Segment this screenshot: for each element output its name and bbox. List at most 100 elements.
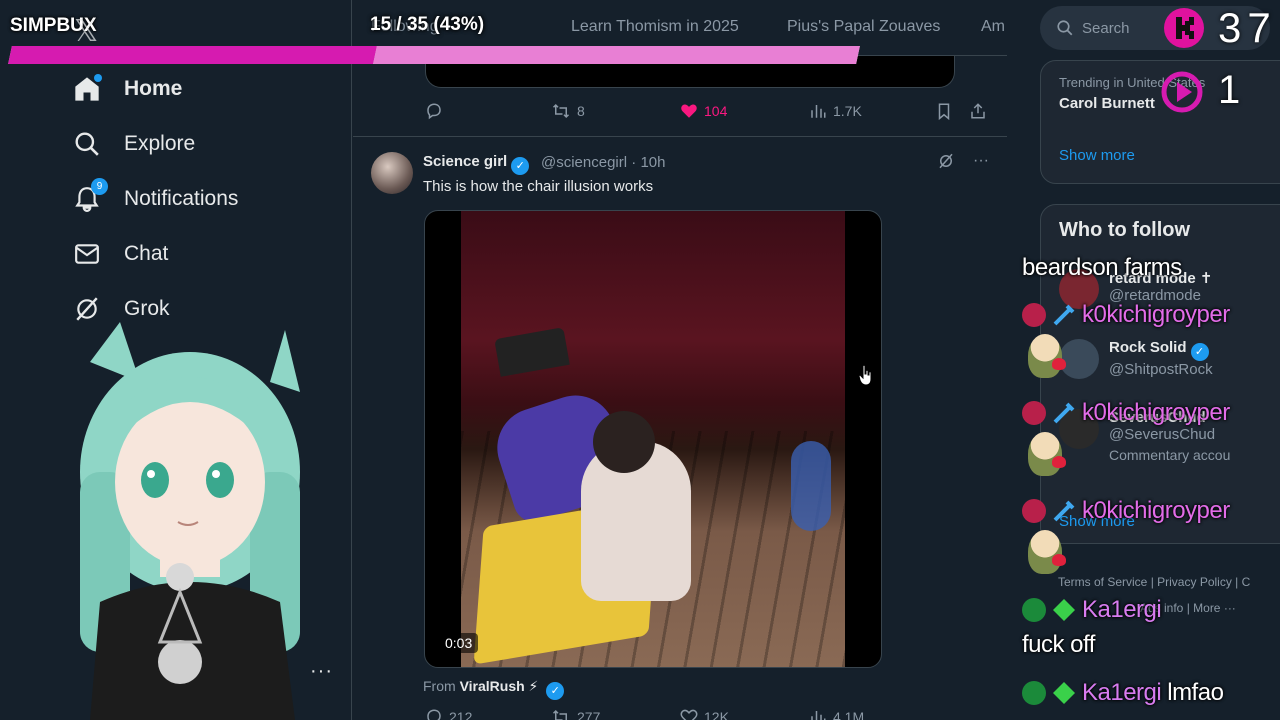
bookmark-icon (938, 103, 950, 120)
mouse-cursor-icon (858, 364, 872, 386)
dress-rose (158, 640, 202, 684)
chat-message: Ka1ergi (1022, 596, 1162, 624)
more-options-icon[interactable]: ··· (973, 152, 989, 175)
heart-icon (680, 709, 698, 720)
x-logo-icon[interactable]: 𝕏 (74, 14, 98, 49)
vtuber-avatar (80, 322, 300, 720)
chat-username[interactable]: k0kichigroyper (1082, 399, 1230, 427)
eye-right (206, 462, 234, 498)
tweet-video[interactable]: 0:03 (424, 210, 882, 668)
video-source-name[interactable]: ViralRush ⚡ (460, 678, 539, 694)
kick-logo-icon (1164, 8, 1204, 48)
retweet-count: 277 (577, 709, 601, 720)
chat-emote (1028, 432, 1066, 476)
bar-chart-icon (811, 105, 826, 118)
tweet-author-avatar[interactable] (371, 152, 413, 194)
from-prefix: From (423, 678, 456, 694)
sword-badge-icon (1053, 500, 1075, 522)
verified-icon: ✓ (546, 681, 565, 700)
sword-badge-icon (1053, 304, 1075, 326)
sidebar-item-explore[interactable]: Explore (72, 124, 195, 164)
sidebar-item-label: Home (124, 77, 183, 100)
tweet-divider (353, 136, 1007, 137)
search-placeholder: Search (1082, 19, 1130, 37)
grok-explain-icon[interactable] (937, 152, 955, 175)
diamond-badge-icon (1053, 682, 1075, 704)
sidebar-item-notifications[interactable]: 9 Notifications (72, 178, 239, 219)
cat-ear-right (270, 330, 300, 392)
home-dot-indicator (94, 74, 102, 82)
eye-left (141, 462, 169, 498)
video-timestamp: 0:03 (439, 633, 479, 653)
view-count: 4.1M (833, 709, 865, 720)
chat-message: k0kichigroyper (1022, 497, 1230, 525)
tweet-meta: @sciencegirl · 10h (541, 154, 666, 171)
chat-message: beardson farms (1022, 254, 1182, 282)
bookmark-button[interactable] (935, 102, 953, 120)
home-icon (72, 74, 102, 104)
video-source-line: From ViralRush ⚡ ✓ (423, 678, 565, 700)
chat-emote (1028, 530, 1066, 574)
video-figure-woman-head (593, 411, 655, 473)
avatar (1059, 339, 1099, 379)
like-count: 12K (704, 709, 729, 720)
sidebar-item-home[interactable]: Home (72, 69, 182, 109)
verified-icon: ✓ (1190, 342, 1209, 361)
retweet-button[interactable]: 277 (551, 708, 600, 720)
sidebar-item-chat[interactable]: Chat (72, 234, 168, 274)
footer-links[interactable]: Terms of Service | Privacy Policy | C (1058, 575, 1250, 589)
view-count: 1.7K (833, 103, 862, 119)
retweet-icon (552, 709, 567, 720)
sword-badge-icon (1053, 402, 1075, 424)
follow-handle: @SeverusChud (1109, 426, 1216, 443)
tweet-author-name[interactable]: Science girl ✓ (423, 153, 530, 175)
author-name-text: Science girl (423, 153, 508, 170)
views-button[interactable]: 4.1M (809, 708, 864, 720)
reply-icon (427, 709, 441, 720)
reply-button[interactable]: 212 (425, 708, 472, 720)
play-badge-icon (1161, 71, 1203, 113)
chat-message: k0kichigroyper (1022, 399, 1230, 427)
retweet-button[interactable]: 8 (551, 102, 585, 120)
diamond-badge-icon (1053, 599, 1075, 621)
reply-icon (427, 103, 441, 120)
reply-count: 212 (449, 709, 473, 720)
video-figure-background (791, 441, 831, 531)
progress-bar (8, 46, 860, 64)
trends-show-more-link[interactable]: Show more (1059, 147, 1135, 164)
subscriber-badge-icon (1022, 401, 1046, 425)
reply-button[interactable] (425, 102, 443, 120)
sidebar-item-label: Notifications (124, 187, 239, 210)
retweet-icon (552, 103, 570, 119)
chat-username[interactable]: Ka1ergi (1082, 679, 1162, 707)
chat-message: k0kichigroyper (1022, 301, 1230, 329)
secondary-counter: 1 (1218, 68, 1241, 112)
chat-message-text: lmfao (1167, 679, 1224, 706)
follow-handle: @ShitpostRock (1109, 360, 1213, 378)
search-icon (72, 129, 102, 159)
choker-rose (166, 563, 194, 591)
trend-item[interactable]: Carol Burnett (1059, 95, 1155, 112)
like-button[interactable]: 104 (680, 102, 727, 120)
follow-suggestion[interactable]: Rock Solid ✓ @ShitpostRock (1059, 339, 1213, 379)
progress-label: 15 / 35 (43%) (370, 14, 485, 35)
views-button[interactable]: 1.7K (809, 102, 862, 120)
retweet-count: 8 (577, 103, 585, 119)
sidebar-item-label: Grok (124, 297, 170, 320)
search-icon (1057, 20, 1073, 36)
chat-username[interactable]: Ka1ergi (1082, 596, 1162, 624)
notification-badge: 9 (91, 178, 108, 195)
viewer-counter: 37 (1218, 4, 1277, 51)
bell-icon: 9 (72, 178, 108, 214)
follow-bio: Commentary accou (1109, 447, 1231, 463)
mail-icon (72, 239, 102, 269)
tweet-handle[interactable]: @sciencegirl (541, 154, 627, 171)
chat-username[interactable]: k0kichigroyper (1082, 301, 1230, 329)
like-count: 104 (704, 103, 728, 119)
stream-progress-overlay: SIMPBUX 𝕏 15 / 35 (43%) (0, 0, 1010, 70)
chat-username[interactable]: k0kichigroyper (1082, 497, 1230, 525)
tweet-time[interactable]: 10h (640, 154, 665, 171)
previous-tweet-actions: 8 104 1.7K (425, 102, 990, 126)
like-button[interactable]: 12K (680, 708, 729, 720)
share-button[interactable] (969, 102, 987, 120)
